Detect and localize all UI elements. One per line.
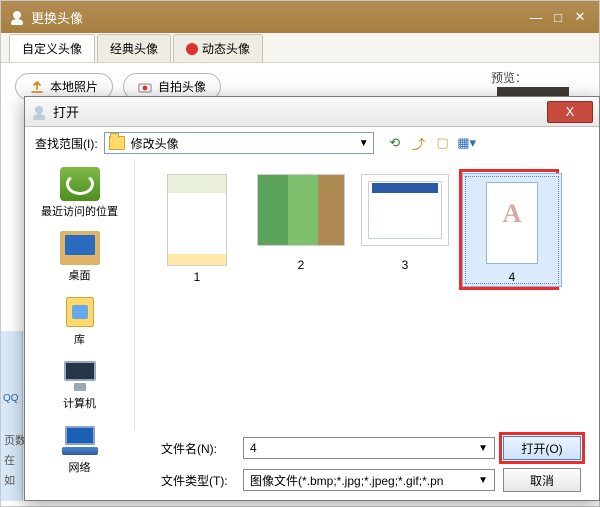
- file-item-highlighted[interactable]: 4: [459, 169, 559, 290]
- file-dialog-close-button[interactable]: X: [547, 101, 593, 123]
- file-dialog-title: 打开: [53, 102, 79, 121]
- places-bar: 最近访问的位置 桌面 库 计算机 网络: [25, 159, 135, 430]
- desktop-icon: [60, 231, 100, 265]
- view-menu-icon[interactable]: ▦▾: [458, 134, 476, 152]
- upload-icon: [30, 80, 44, 94]
- file-name-label: 1: [194, 270, 201, 284]
- file-name-label: 4: [509, 270, 516, 284]
- chevron-down-icon[interactable]: ▼: [478, 443, 488, 454]
- thumbnail-image: [361, 174, 449, 246]
- place-computer[interactable]: 计算机: [25, 355, 134, 419]
- file-name-label: 3: [402, 258, 409, 272]
- file-item[interactable]: 1: [147, 169, 247, 287]
- file-name-label: 2: [298, 258, 305, 272]
- open-button-label: 打开(O): [521, 442, 562, 456]
- thumbnail-image: [257, 174, 345, 246]
- filename-input[interactable]: 4 ▼: [243, 437, 495, 459]
- dynamic-icon: [186, 43, 198, 55]
- avatar-tab-strip: 自定义头像 经典头像 动态头像: [1, 33, 599, 63]
- filetype-label: 文件类型(T):: [161, 472, 235, 489]
- file-item[interactable]: 2: [251, 169, 351, 275]
- place-desktop-label: 桌面: [69, 270, 91, 282]
- new-folder-icon[interactable]: ▢: [434, 134, 452, 152]
- outer-minimize-button[interactable]: —: [525, 10, 547, 25]
- place-computer-label: 计算机: [63, 398, 96, 410]
- file-item-selected[interactable]: 4: [462, 173, 562, 287]
- selfie-label: 自拍头像: [158, 78, 206, 95]
- recent-icon: [60, 167, 100, 201]
- chevron-down-icon: ▼: [359, 138, 369, 149]
- place-desktop[interactable]: 桌面: [25, 227, 134, 291]
- chevron-down-icon[interactable]: ▼: [478, 475, 488, 486]
- place-library-label: 库: [74, 334, 85, 346]
- file-dialog-footer: 文件名(N): 4 ▼ 打开(O) 文件类型(T): 图像文件(*.bmp;*.…: [25, 430, 599, 500]
- cancel-button-label: 取消: [530, 474, 554, 488]
- lookin-value: 修改头像: [131, 135, 179, 152]
- filetype-value: 图像文件(*.bmp;*.jpg;*.jpeg;*.gif;*.pn: [250, 472, 443, 489]
- local-photo-label: 本地照片: [50, 78, 98, 95]
- thumbnail-image: [167, 174, 227, 266]
- computer-icon: [60, 359, 100, 393]
- tab-dynamic-label: 动态头像: [202, 40, 250, 57]
- cancel-button[interactable]: 取消: [503, 468, 581, 492]
- close-x-label: X: [566, 104, 575, 119]
- file-open-dialog: 打开 X 查找范围(I): 修改头像 ▼ ⟲ ⤴ ▢ ▦▾ 最近访问的位置 桌面…: [24, 96, 600, 501]
- back-icon[interactable]: ⟲: [386, 134, 404, 152]
- change-avatar-title: 更换头像: [31, 8, 83, 27]
- dialog-icon: [31, 104, 47, 120]
- filename-value: 4: [250, 441, 257, 455]
- outer-close-button[interactable]: ✕: [569, 9, 591, 25]
- camera-icon: [138, 80, 152, 94]
- outer-maximize-button[interactable]: □: [547, 10, 569, 25]
- file-dialog-titlebar[interactable]: 打开 X: [25, 97, 599, 127]
- place-recent-label: 最近访问的位置: [41, 206, 118, 218]
- tab-classic-avatar[interactable]: 经典头像: [97, 34, 171, 62]
- bg-qq-label: QQ: [3, 393, 19, 404]
- tab-dynamic-avatar[interactable]: 动态头像: [173, 34, 263, 62]
- place-recent[interactable]: 最近访问的位置: [25, 163, 134, 227]
- tab-custom-avatar[interactable]: 自定义头像: [9, 34, 95, 62]
- library-icon: [60, 295, 100, 329]
- filetype-combo[interactable]: 图像文件(*.bmp;*.jpg;*.jpeg;*.gif;*.pn ▼: [243, 469, 495, 491]
- thumbnail-image: [486, 182, 538, 264]
- change-avatar-titlebar[interactable]: 更换头像 — □ ✕: [1, 1, 599, 33]
- file-item[interactable]: 3: [355, 169, 455, 275]
- up-one-level-icon[interactable]: ⤴: [410, 134, 428, 152]
- preview-label: 预览：: [491, 69, 527, 86]
- filename-label: 文件名(N):: [161, 440, 235, 457]
- folder-icon: [109, 136, 125, 150]
- place-library[interactable]: 库: [25, 291, 134, 355]
- lookin-combo[interactable]: 修改头像 ▼: [104, 132, 374, 154]
- tab-classic-label: 经典头像: [110, 40, 158, 57]
- file-dialog-toolbar: 查找范围(I): 修改头像 ▼ ⟲ ⤴ ▢ ▦▾: [25, 127, 599, 159]
- app-icon: [9, 9, 25, 25]
- tab-custom-label: 自定义头像: [22, 40, 82, 57]
- lookin-label: 查找范围(I):: [35, 135, 98, 152]
- file-list[interactable]: 1 2 3 4: [135, 159, 599, 430]
- open-button[interactable]: 打开(O): [503, 436, 581, 460]
